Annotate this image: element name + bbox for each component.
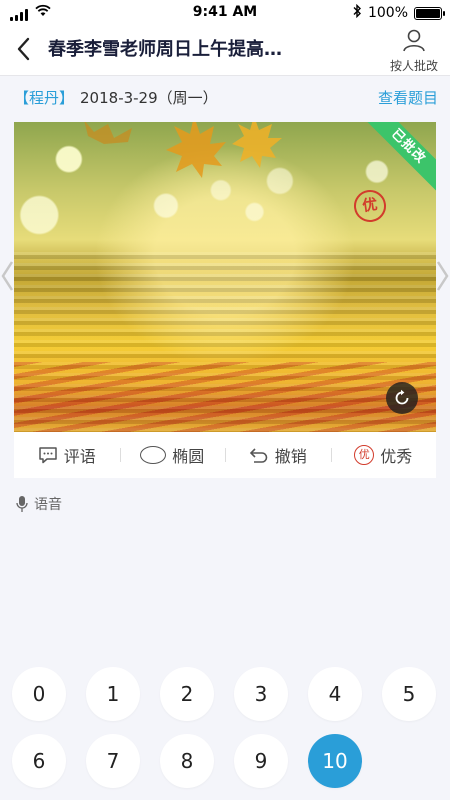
nav-bar: 春季李雪老师周日上午提高… 按人批改 xyxy=(0,26,450,76)
score-button-0[interactable]: 0 xyxy=(12,667,66,721)
battery-percent: 100% xyxy=(367,5,408,21)
score-button-3[interactable]: 3 xyxy=(234,667,288,721)
annotation-toolbar: 评语 椭圆 撤销 优 优秀 xyxy=(14,432,436,478)
status-bar: 9:41 AM 100% xyxy=(0,0,450,26)
ellipse-label: 椭圆 xyxy=(172,447,205,466)
score-button-10[interactable]: 10 xyxy=(308,734,362,788)
assignment-info: 【程丹】 2018-3-29（周一） 查看题目 xyxy=(14,87,438,111)
grade-by-person-label: 按人批改 xyxy=(389,59,438,73)
microphone-icon xyxy=(16,496,28,512)
score-button-5[interactable]: 5 xyxy=(382,667,436,721)
excellent-tool[interactable]: 优 优秀 xyxy=(330,432,437,478)
undo-tool[interactable]: 撤销 xyxy=(225,432,331,478)
rotate-icon xyxy=(395,389,409,405)
previous-image-arrow[interactable] xyxy=(0,258,16,294)
ellipse-tool[interactable]: 椭圆 xyxy=(119,432,226,478)
page-title: 春季李雪老师周日上午提高… xyxy=(48,39,282,60)
ellipse-icon xyxy=(140,446,167,464)
excellent-icon: 优 xyxy=(354,445,375,465)
score-button-6[interactable]: 6 xyxy=(12,734,66,788)
score-button-4[interactable]: 4 xyxy=(308,667,362,721)
back-button[interactable] xyxy=(8,32,38,66)
voice-label: 语音 xyxy=(34,497,62,513)
score-button-7[interactable]: 7 xyxy=(86,734,140,788)
person-icon xyxy=(403,29,425,52)
view-question-link[interactable]: 查看题目 xyxy=(378,87,438,108)
maple-leaf-image xyxy=(166,122,282,178)
undo-label: 撤销 xyxy=(274,447,307,466)
submission-date: 2018-3-29（周一） xyxy=(80,89,218,107)
student-name[interactable]: 【程丹】 xyxy=(14,89,74,107)
submission-image[interactable]: 已批改 优 xyxy=(14,122,436,432)
score-button-9[interactable]: 9 xyxy=(234,734,288,788)
back-icon xyxy=(17,37,30,61)
score-button-2[interactable]: 2 xyxy=(160,667,214,721)
left-arrow-icon xyxy=(1,261,14,291)
grade-by-person-button[interactable]: 按人批改 xyxy=(384,28,444,74)
score-button-8[interactable]: 8 xyxy=(160,734,214,788)
right-arrow-icon xyxy=(436,261,449,291)
score-button-1[interactable]: 1 xyxy=(86,667,140,721)
comment-icon xyxy=(38,447,57,464)
next-image-arrow[interactable] xyxy=(434,258,450,294)
bluetooth-icon xyxy=(352,3,362,22)
voice-button[interactable]: 语音 xyxy=(16,494,62,514)
comment-label: 评语 xyxy=(63,447,96,466)
undo-icon xyxy=(249,448,268,463)
graded-badge: 已批改 xyxy=(357,122,436,198)
excellent-label: 优秀 xyxy=(380,447,413,466)
comment-tool[interactable]: 评语 xyxy=(14,432,120,478)
rotate-button[interactable] xyxy=(386,382,418,414)
battery-icon xyxy=(414,6,445,20)
